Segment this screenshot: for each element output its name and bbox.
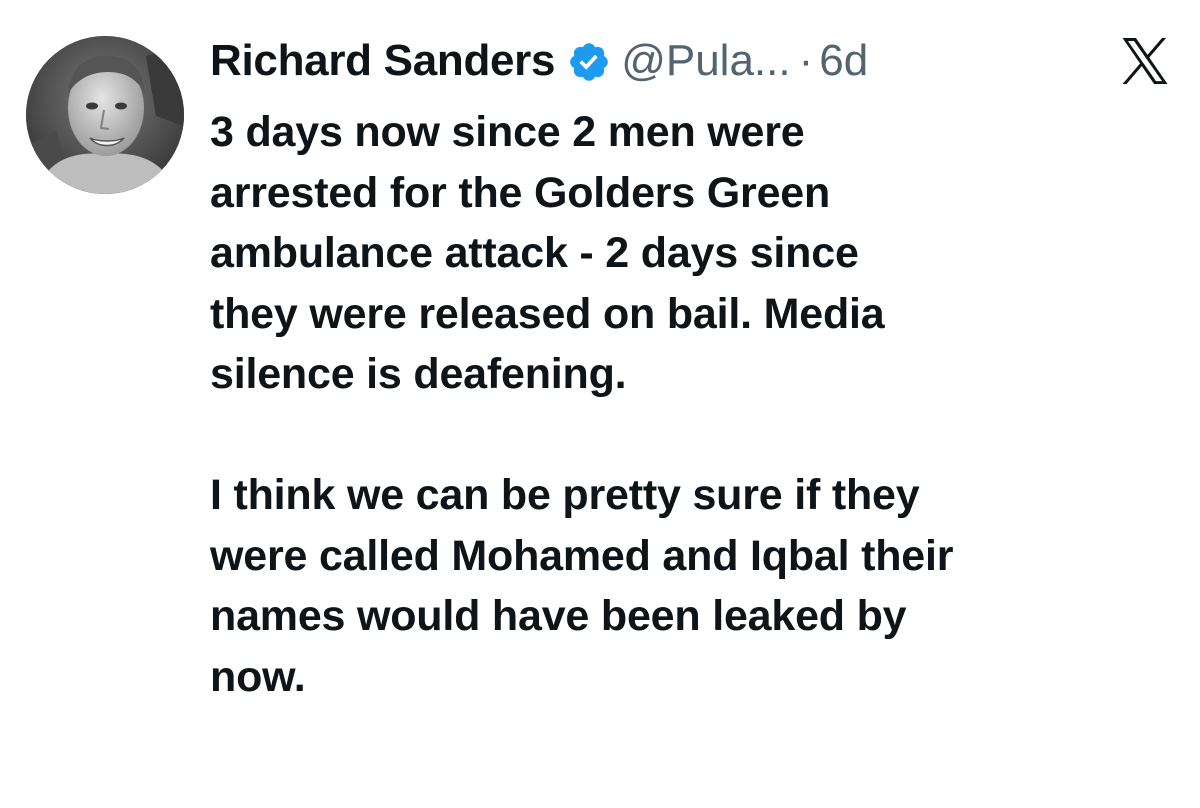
tweet-text-line: names would have been leaked by [210,592,907,640]
meta-separator: · [798,36,814,85]
avatar[interactable] [26,36,184,194]
author-handle[interactable]: @Pula... [621,30,790,92]
tweet-header: Richard Sanders @Pula... · 6d [210,30,868,92]
tweet-text-line: silence is deafening. [210,350,627,398]
verified-badge-icon [567,39,611,83]
tweet-text-line: were called Mohamed and Iqbal their [210,531,954,580]
x-logo-icon [1120,38,1170,84]
tweet-text-line: arrested for the Golders Green [210,168,831,217]
tweet-text-line: now. [210,652,306,701]
tweet-card: Richard Sanders @Pula... · 6d 3 days now… [0,0,1200,808]
tweet-paragraph: 3 days now since 2 men were arrested for… [210,102,1185,405]
tweet-paragraph: I think we can be pretty sure if they we… [210,465,1185,707]
author-display-name[interactable]: Richard Sanders [210,30,555,92]
avatar-photo [26,36,184,194]
tweet-text-line: they were released on bail. Media [210,289,885,338]
tweet-text-line: ambulance attack - 2 days since [210,229,859,277]
tweet-text: 3 days now since 2 men were arrested for… [210,102,1185,707]
tweet-text-line: 3 days now since 2 men were [210,108,805,156]
tweet-timestamp[interactable]: 6d [819,30,868,92]
tweet-text-line: I think we can be pretty sure if they [210,471,920,519]
